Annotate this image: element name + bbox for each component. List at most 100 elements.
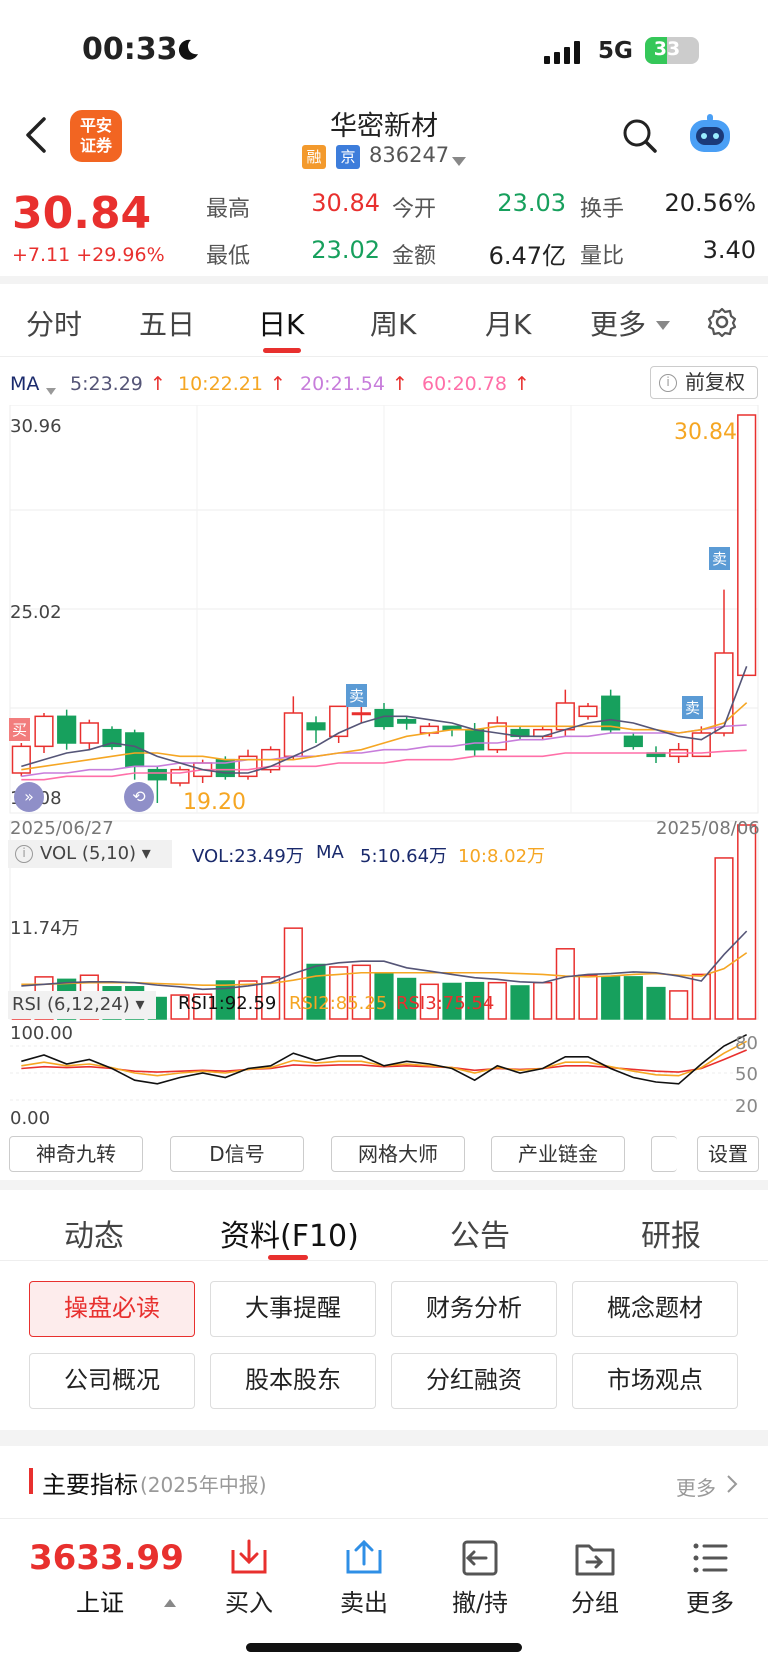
nav-more[interactable]: 更多 <box>665 1583 755 1618</box>
high-marker: 30.84 <box>674 420 737 445</box>
candle-body <box>601 695 621 731</box>
open-value: 23.03 <box>497 189 566 217</box>
nav-sell[interactable]: 卖出 <box>319 1583 409 1618</box>
current-price: 30.84 <box>12 188 152 239</box>
expand-icon[interactable]: » <box>14 782 44 812</box>
candle-body <box>283 712 303 758</box>
indicators-period: (2025年中报) <box>140 1473 267 1497</box>
sell-signal-badge: 卖 <box>346 684 368 707</box>
low-label: 最低 <box>206 244 251 269</box>
caret-up-icon <box>164 1592 176 1611</box>
tab-intraday[interactable]: 分时 <box>26 303 82 343</box>
candle-body <box>623 735 643 748</box>
f10-button[interactable]: 大事提醒 <box>210 1281 376 1337</box>
turnover-value: 20.56% <box>664 189 756 217</box>
candle-body <box>465 728 485 751</box>
vol-selector[interactable]: i VOL (5,10) ▾ <box>8 840 172 868</box>
caret-down-icon <box>656 316 670 335</box>
nav-group[interactable]: 分组 <box>550 1583 640 1618</box>
tab-f10[interactable]: 资料(F10) <box>220 1211 359 1255</box>
sell-signal-badge: 卖 <box>709 547 731 570</box>
candle-body <box>147 768 167 781</box>
rsi2-value: RSI2:85.25 <box>289 993 388 1014</box>
ma-selector[interactable]: MA <box>10 373 39 395</box>
f10-button[interactable]: 股本股东 <box>210 1353 376 1409</box>
moon-icon <box>176 38 200 66</box>
robot-assistant-icon[interactable] <box>686 112 734 160</box>
volume-bar <box>578 974 598 1020</box>
gear-icon[interactable] <box>706 306 738 342</box>
cancel-hold-icon[interactable] <box>458 1538 502 1578</box>
rsi1-line <box>21 1033 748 1085</box>
volume-bar <box>601 976 621 1020</box>
indicator-button[interactable]: 神奇九转 <box>9 1136 143 1172</box>
date-end: 2025/08/06 <box>656 818 760 839</box>
up-arrow-icon: ↑ <box>392 373 408 395</box>
rsi-level-80: 80 <box>735 1033 758 1054</box>
up-arrow-icon: ↑ <box>270 373 286 395</box>
f10-button[interactable]: 分红融资 <box>391 1353 557 1409</box>
indicator-button[interactable]: D信号 <box>170 1136 304 1172</box>
tag-rong: 融 <box>302 145 326 169</box>
nav-buy[interactable]: 买入 <box>204 1583 294 1618</box>
indicator-button[interactable]: 产业链金 <box>491 1136 625 1172</box>
refresh-icon[interactable]: ⟲ <box>124 782 154 812</box>
stock-code[interactable]: 836247 <box>369 143 449 167</box>
rsi-level-20: 20 <box>735 1096 758 1117</box>
index-name[interactable]: 上证 <box>76 1583 124 1618</box>
caret-down-icon[interactable] <box>452 152 466 171</box>
up-arrow-icon: ↑ <box>150 373 166 395</box>
f10-button[interactable]: 财务分析 <box>391 1281 557 1337</box>
vol-value: VOL:23.49万 <box>192 846 304 867</box>
vol-ma5: 5:10.64万 <box>360 846 448 867</box>
adjust-selector[interactable]: i 前复权 <box>650 366 758 399</box>
indicator-settings-button[interactable]: 设置 <box>697 1136 759 1172</box>
volume-bar <box>714 857 734 1020</box>
candle-body <box>79 722 99 744</box>
chevron-right-icon[interactable] <box>726 1474 738 1498</box>
indicators-title: 主要指标 <box>42 1471 138 1499</box>
f10-button[interactable]: 概念题材 <box>572 1281 738 1337</box>
network-label: 5G <box>598 38 633 64</box>
search-icon[interactable] <box>622 118 658 158</box>
caret-down-icon <box>46 381 56 400</box>
tab-monthly-k[interactable]: 月K <box>485 303 531 343</box>
up-arrow-icon: ↑ <box>514 373 530 395</box>
tab-announcements[interactable]: 公告 <box>450 1211 510 1255</box>
f10-button[interactable]: 市场观点 <box>572 1353 738 1409</box>
tab-daily-k[interactable]: 日K <box>258 303 304 343</box>
indicators-more-link[interactable]: 更多 <box>676 1472 716 1501</box>
rsi-selector[interactable]: RSI (6,12,24) ▾ <box>8 991 156 1019</box>
f10-button[interactable]: 公司概况 <box>29 1353 195 1409</box>
indicator-button[interactable]: 网格大师 <box>331 1136 465 1172</box>
volume-bar <box>510 985 530 1020</box>
rsi1-value: RSI1:92.59 <box>178 993 277 1014</box>
candle-body <box>578 705 598 718</box>
tab-five-day[interactable]: 五日 <box>139 303 195 343</box>
vol-ma-label: MA <box>316 842 344 863</box>
tab-more[interactable]: 更多 <box>590 303 646 343</box>
nav-cancel-hold[interactable]: 撤/持 <box>435 1583 525 1618</box>
sell-icon[interactable] <box>342 1538 386 1578</box>
volume-bar <box>737 824 757 1020</box>
indicator-button-partial[interactable] <box>651 1136 677 1172</box>
y-axis-top: 30.96 <box>10 416 62 437</box>
tab-news[interactable]: 动态 <box>64 1211 124 1255</box>
back-icon[interactable] <box>24 116 48 158</box>
volume-bar <box>555 948 575 1020</box>
volume-bar <box>623 976 643 1020</box>
tab-weekly-k[interactable]: 周K <box>370 303 416 343</box>
amount-value: 6.47亿 <box>488 242 566 270</box>
buy-icon[interactable] <box>227 1538 271 1578</box>
amount-label: 金额 <box>392 244 437 269</box>
section-marker <box>29 1468 33 1494</box>
index-value[interactable]: 3633.99 <box>29 1538 184 1578</box>
f10-button[interactable]: 操盘必读 <box>29 1281 195 1337</box>
menu-icon[interactable] <box>688 1538 732 1578</box>
ma60-value: 60:20.78 <box>422 373 507 395</box>
group-folder-icon[interactable] <box>573 1538 617 1578</box>
rsi-level-50: 50 <box>735 1064 758 1085</box>
candle-body <box>714 652 734 734</box>
tab-research[interactable]: 研报 <box>641 1211 701 1255</box>
date-start: 2025/06/27 <box>10 818 114 839</box>
